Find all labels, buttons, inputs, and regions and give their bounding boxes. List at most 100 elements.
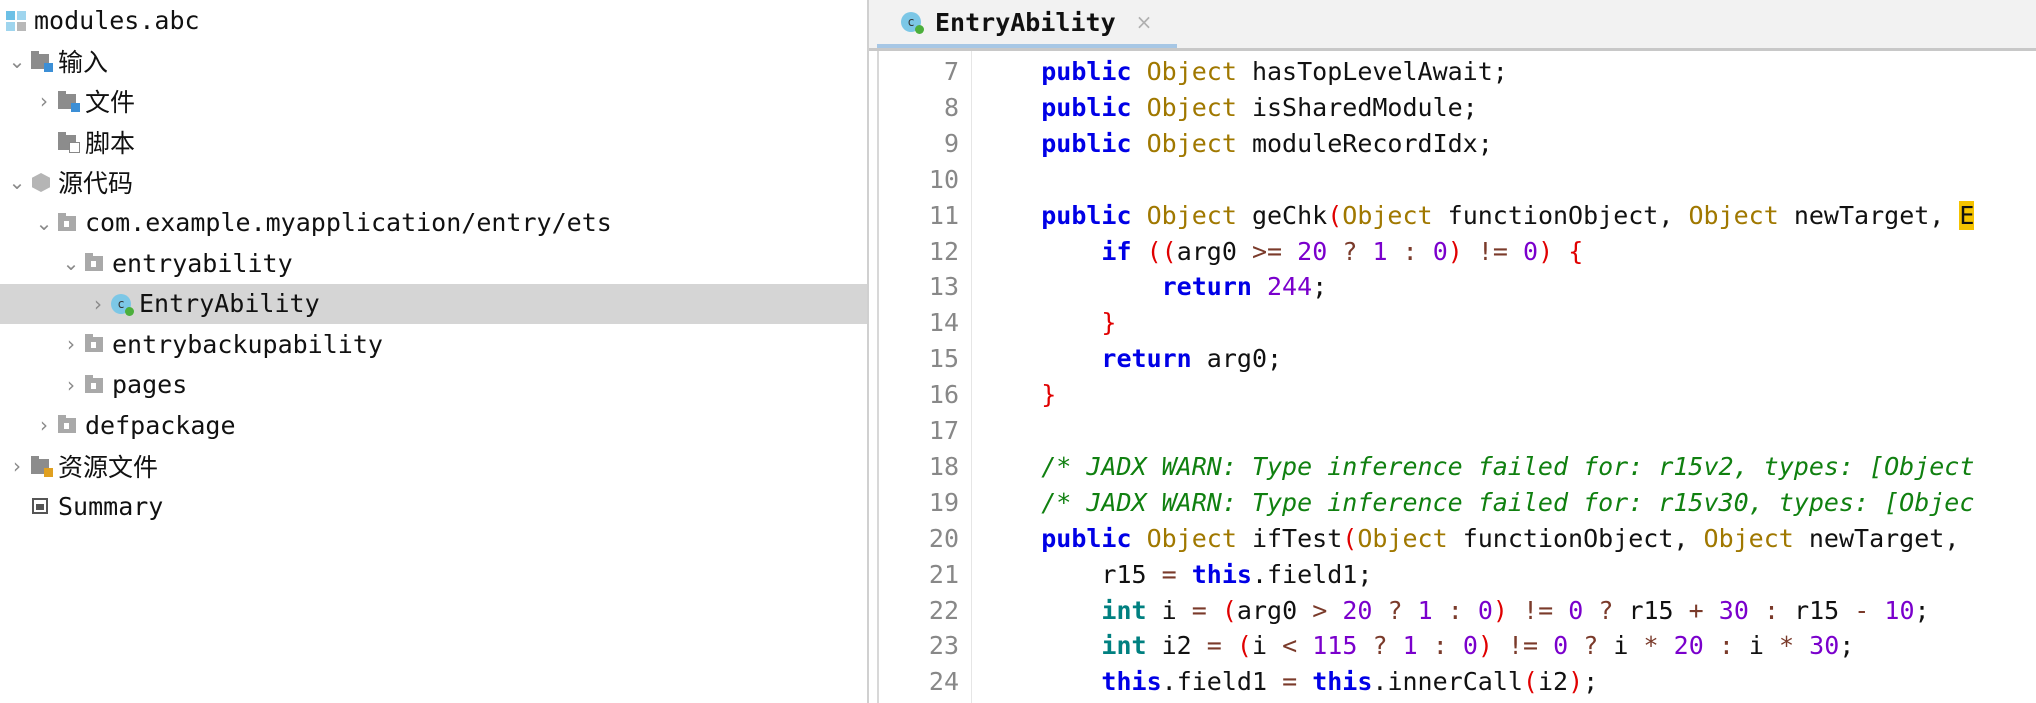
package-folder-icon <box>55 210 81 236</box>
line-number: 13 <box>928 272 959 302</box>
tree-item-label: EntryAbility <box>139 289 320 318</box>
tree-item-entryability[interactable]: › c EntryAbility <box>0 283 867 324</box>
code-token: .field1; <box>1251 559 1373 589</box>
code-token: ) <box>1568 667 1584 697</box>
editor-panel: c EntryAbility × 7 8 9 10 11 12 13 14 15 16 17 18 19… <box>869 0 2036 703</box>
chevron-down-icon[interactable]: ⌄ <box>33 211 55 235</box>
code-editor[interactable]: 7 8 9 10 11 12 13 14 15 16 17 18 19 20 21 22 23 24 public… <box>877 51 2036 703</box>
line-number: 9 <box>943 128 959 158</box>
tree-item-entryability[interactable]: ⌄ entryability <box>0 243 867 283</box>
code-token: r15 <box>1613 595 1689 625</box>
tree-item-源代码[interactable]: ⌄ 源代码 <box>0 162 867 202</box>
tree-item-label: 文件 <box>85 88 136 117</box>
code-line: int i = (arg0 > 20 ? 1 : 0) != 0 ? r15 +… <box>981 593 1929 629</box>
chevron-down-icon[interactable]: ⌄ <box>6 49 28 73</box>
code-token: { <box>1568 236 1584 266</box>
code-token: Object <box>1146 200 1237 230</box>
code-token: ) <box>1492 595 1508 625</box>
tab-label: EntryAbility <box>935 7 1116 37</box>
code-token: != <box>1508 631 1539 661</box>
tree-item-modules-abc[interactable]: modules.abc <box>0 0 867 40</box>
number-token: 244 <box>1267 272 1313 302</box>
code-token: int <box>1101 595 1147 625</box>
number-token: 115 <box>1312 631 1358 661</box>
tree-item-label: pages <box>112 370 188 399</box>
code-line: public Object geChk(Object functionObjec… <box>981 198 1975 234</box>
code-token: functionObject, <box>1447 523 1704 553</box>
keyword-token: return <box>1161 272 1252 302</box>
tab-entryability[interactable]: c EntryAbility × <box>877 0 1177 48</box>
code-token: ) <box>1477 631 1493 661</box>
tree-item-文件[interactable]: › 文件 <box>0 81 867 121</box>
resources-folder-icon <box>28 453 54 479</box>
line-number: 23 <box>928 631 959 661</box>
number-token: 0 <box>1477 595 1493 625</box>
chevron-right-icon[interactable]: › <box>60 373 82 397</box>
chevron-down-icon[interactable]: ⌄ <box>6 170 28 194</box>
close-icon[interactable]: × <box>1136 10 1153 34</box>
chevron-right-icon[interactable]: › <box>33 89 55 113</box>
code-token: i <box>1146 595 1192 625</box>
editor-tab-bar: c EntryAbility × <box>869 0 2036 51</box>
code-token: : <box>1432 631 1448 661</box>
tree-item-资源文件[interactable]: › 资源文件 <box>0 446 867 486</box>
chevron-right-icon[interactable]: › <box>6 454 28 478</box>
tree-item-输入[interactable]: ⌄ 输入 <box>0 41 867 81</box>
code-token: ? <box>1387 595 1403 625</box>
code-token: - <box>1854 595 1870 625</box>
chevron-right-icon[interactable]: › <box>60 332 82 356</box>
code-token: ? <box>1342 236 1358 266</box>
code-token: : <box>1718 631 1734 661</box>
code-token: isSharedModule; <box>1236 92 1478 122</box>
keyword-token: public <box>1041 200 1132 230</box>
chevron-down-icon[interactable]: ⌄ <box>60 251 82 275</box>
code-token: Object <box>1342 200 1433 230</box>
code-token: } <box>1041 380 1057 410</box>
code-token: + <box>1688 595 1704 625</box>
code-token: E <box>1959 200 1975 230</box>
line-number-gutter: 7 8 9 10 11 12 13 14 15 16 17 18 19 20 21 22 23 24 <box>879 51 972 703</box>
chevron-right-icon[interactable]: › <box>87 292 109 316</box>
code-token: : <box>1447 595 1463 625</box>
class-icon: c <box>899 9 925 35</box>
code-token: != <box>1477 236 1508 266</box>
code-token: ( <box>1522 667 1538 697</box>
tree-item-脚本[interactable]: 脚本 <box>0 122 867 162</box>
tree-item-label: 源代码 <box>58 169 134 198</box>
chevron-right-icon[interactable]: › <box>33 413 55 437</box>
tree-item-defpackage[interactable]: › defpackage <box>0 405 867 445</box>
code-token: Object <box>1146 523 1237 553</box>
tree-item-summary[interactable]: Summary <box>0 486 867 526</box>
number-token: 0 <box>1568 595 1584 625</box>
line-number: 8 <box>943 92 959 122</box>
tree-item-pages[interactable]: › pages <box>0 365 867 405</box>
tree-item-entrybackupability[interactable]: › entrybackupability <box>0 324 867 364</box>
line-number: 7 <box>943 57 959 86</box>
code-token: hasTopLevelAwait; <box>1236 57 1508 86</box>
tree-item-com-example-myapplication-entry-ets[interactable]: ⌄ com.example.myapplication/entry/ets <box>0 203 867 243</box>
code-token: arg0; <box>1191 344 1283 374</box>
number-token: 1 <box>1372 236 1388 266</box>
tree-item-label: 输入 <box>58 47 109 77</box>
